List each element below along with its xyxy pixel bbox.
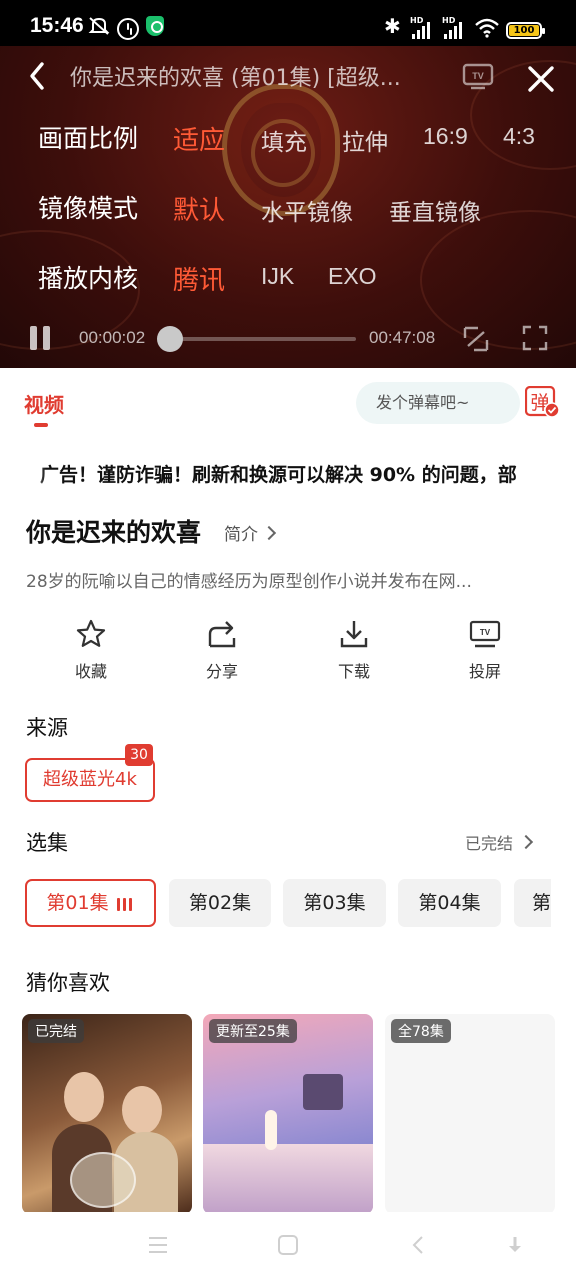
episode-button[interactable]: 第04集 [398, 879, 501, 927]
share-button[interactable]: 分享 [182, 618, 262, 682]
favorite-button[interactable]: 收藏 [51, 618, 131, 682]
aspect-ratio-label: 画面比例 [38, 124, 139, 153]
poster-figure [265, 1110, 277, 1150]
svg-text:TV: TV [480, 628, 491, 637]
fullscreen-icon[interactable] [522, 325, 548, 351]
poster-book [203, 1144, 373, 1214]
switch-icon[interactable] [462, 324, 490, 354]
episode-list[interactable]: 第01集 第02集 第03集 第04集 第 [25, 879, 551, 927]
card-status-tag: 全78集 [391, 1019, 451, 1043]
progress-bar[interactable] [166, 337, 356, 341]
episodes-section-title: 选集 [26, 831, 68, 855]
download-button[interactable]: 下载 [314, 618, 394, 682]
engine-option-exo[interactable]: EXO [328, 263, 377, 290]
aspect-option-4-3[interactable]: 4:3 [503, 123, 535, 150]
episode-button[interactable]: 第01集 [25, 879, 156, 927]
progress-handle[interactable] [157, 326, 183, 352]
aspect-ratio-row: 画面比例 [38, 117, 173, 157]
episode-label: 第01集 [46, 892, 109, 914]
intro-link[interactable]: 简介 [224, 520, 274, 545]
notice-text: 广告！谨防诈骗！刷新和换源可以解决 90% 的问题，部 [40, 464, 517, 486]
show-description[interactable]: 28岁的阮喻以自己的情感经历为原型创作小说并发布在网... [26, 567, 546, 592]
cast-button[interactable]: TV 投屏 [445, 618, 525, 682]
star-icon [76, 619, 106, 647]
aspect-option-fit[interactable]: 适应 [173, 120, 225, 157]
episode-button[interactable]: 第02集 [169, 879, 271, 927]
cast-label: 投屏 [468, 662, 501, 681]
download-icon [340, 621, 368, 648]
mirror-option-vertical[interactable]: 垂直镜像 [389, 193, 481, 227]
danmaku-toggle-icon[interactable]: 弹 [525, 386, 559, 418]
poster-figure [122, 1086, 162, 1134]
cast-icon: TV [469, 620, 501, 648]
source-count-badge: 30 [125, 744, 153, 766]
poster-piano [303, 1074, 343, 1110]
poster-figure [64, 1072, 104, 1122]
episode-button[interactable]: 第 [514, 879, 551, 927]
player-engine-label: 播放内核 [38, 264, 139, 293]
back-nav-icon[interactable] [408, 1234, 430, 1256]
recommend-card[interactable]: 更新至25集 [203, 1014, 373, 1214]
system-nav-bar [0, 1212, 576, 1280]
card-status-tag: 更新至25集 [209, 1019, 297, 1043]
battery-icon: 100 [506, 22, 545, 39]
signal-icon [444, 20, 464, 39]
fade-mask [530, 460, 550, 490]
tv-icon[interactable]: TV [462, 62, 494, 90]
signal-icon [412, 20, 432, 39]
mute-icon [88, 17, 110, 35]
fade-mask [24, 460, 46, 490]
total-time: 00:47:08 [369, 328, 436, 347]
down-arrow-icon[interactable] [504, 1234, 526, 1256]
danmaku-input[interactable]: 发个弹幕吧~ [356, 382, 520, 424]
mirror-mode-row: 镜像模式 [38, 187, 173, 227]
back-icon[interactable] [26, 58, 50, 94]
recommend-card[interactable]: 已完结 [22, 1014, 192, 1214]
aspect-option-16-9[interactable]: 16:9 [423, 123, 468, 150]
video-player[interactable]: 15:46 ✱ HD HD 100 你是迟来的欢喜 (第01集) [超级... … [0, 0, 576, 368]
aspect-option-fill[interactable]: 填充 [261, 123, 307, 157]
player-engine-row: 播放内核 [38, 257, 173, 297]
mirror-option-default[interactable]: 默认 [173, 190, 225, 227]
aspect-option-stretch[interactable]: 拉伸 [342, 123, 388, 157]
engine-option-ijk[interactable]: IJK [261, 263, 294, 290]
pause-icon[interactable] [30, 326, 54, 352]
episodes-status-link[interactable]: 已完结 [465, 830, 531, 854]
video-title: 你是迟来的欢喜 (第01集) [超级... [70, 66, 401, 91]
poster-globe [70, 1152, 136, 1208]
mirror-mode-label: 镜像模式 [38, 194, 139, 223]
share-icon [208, 621, 236, 648]
wifi-icon [475, 18, 499, 38]
tab-indicator [34, 423, 48, 427]
close-icon[interactable] [524, 62, 558, 96]
menu-icon[interactable] [147, 1234, 169, 1256]
status-bar: 15:46 ✱ HD HD 100 [0, 0, 576, 46]
bluetooth-icon: ✱ [384, 14, 401, 38]
mirror-option-horizontal[interactable]: 水平镜像 [261, 193, 353, 227]
share-label: 分享 [205, 662, 238, 681]
engine-option-tencent[interactable]: 腾讯 [173, 260, 225, 297]
download-label: 下载 [337, 662, 370, 681]
favorite-label: 收藏 [74, 662, 107, 681]
alarm-icon [117, 18, 139, 40]
status-time: 15:46 [30, 14, 84, 37]
shield-icon [146, 16, 164, 36]
svg-text:TV: TV [472, 71, 484, 81]
episode-button[interactable]: 第03集 [283, 879, 386, 927]
show-title: 你是迟来的欢喜 [26, 518, 202, 547]
recommend-section-title: 猜你喜欢 [26, 971, 110, 995]
home-icon[interactable] [277, 1234, 299, 1256]
playing-icon [116, 883, 135, 927]
cloud-decoration [420, 210, 576, 350]
battery-level: 100 [509, 25, 539, 36]
card-status-tag: 已完结 [28, 1019, 84, 1043]
tab-video[interactable]: 视频 [24, 389, 64, 418]
source-section-title: 来源 [26, 716, 68, 740]
notice-marquee: 广告！谨防诈骗！刷新和换源可以解决 90% 的问题，部 [24, 460, 544, 490]
current-time: 00:00:02 [79, 328, 146, 347]
recommend-card[interactable]: 全78集 [385, 1014, 555, 1214]
